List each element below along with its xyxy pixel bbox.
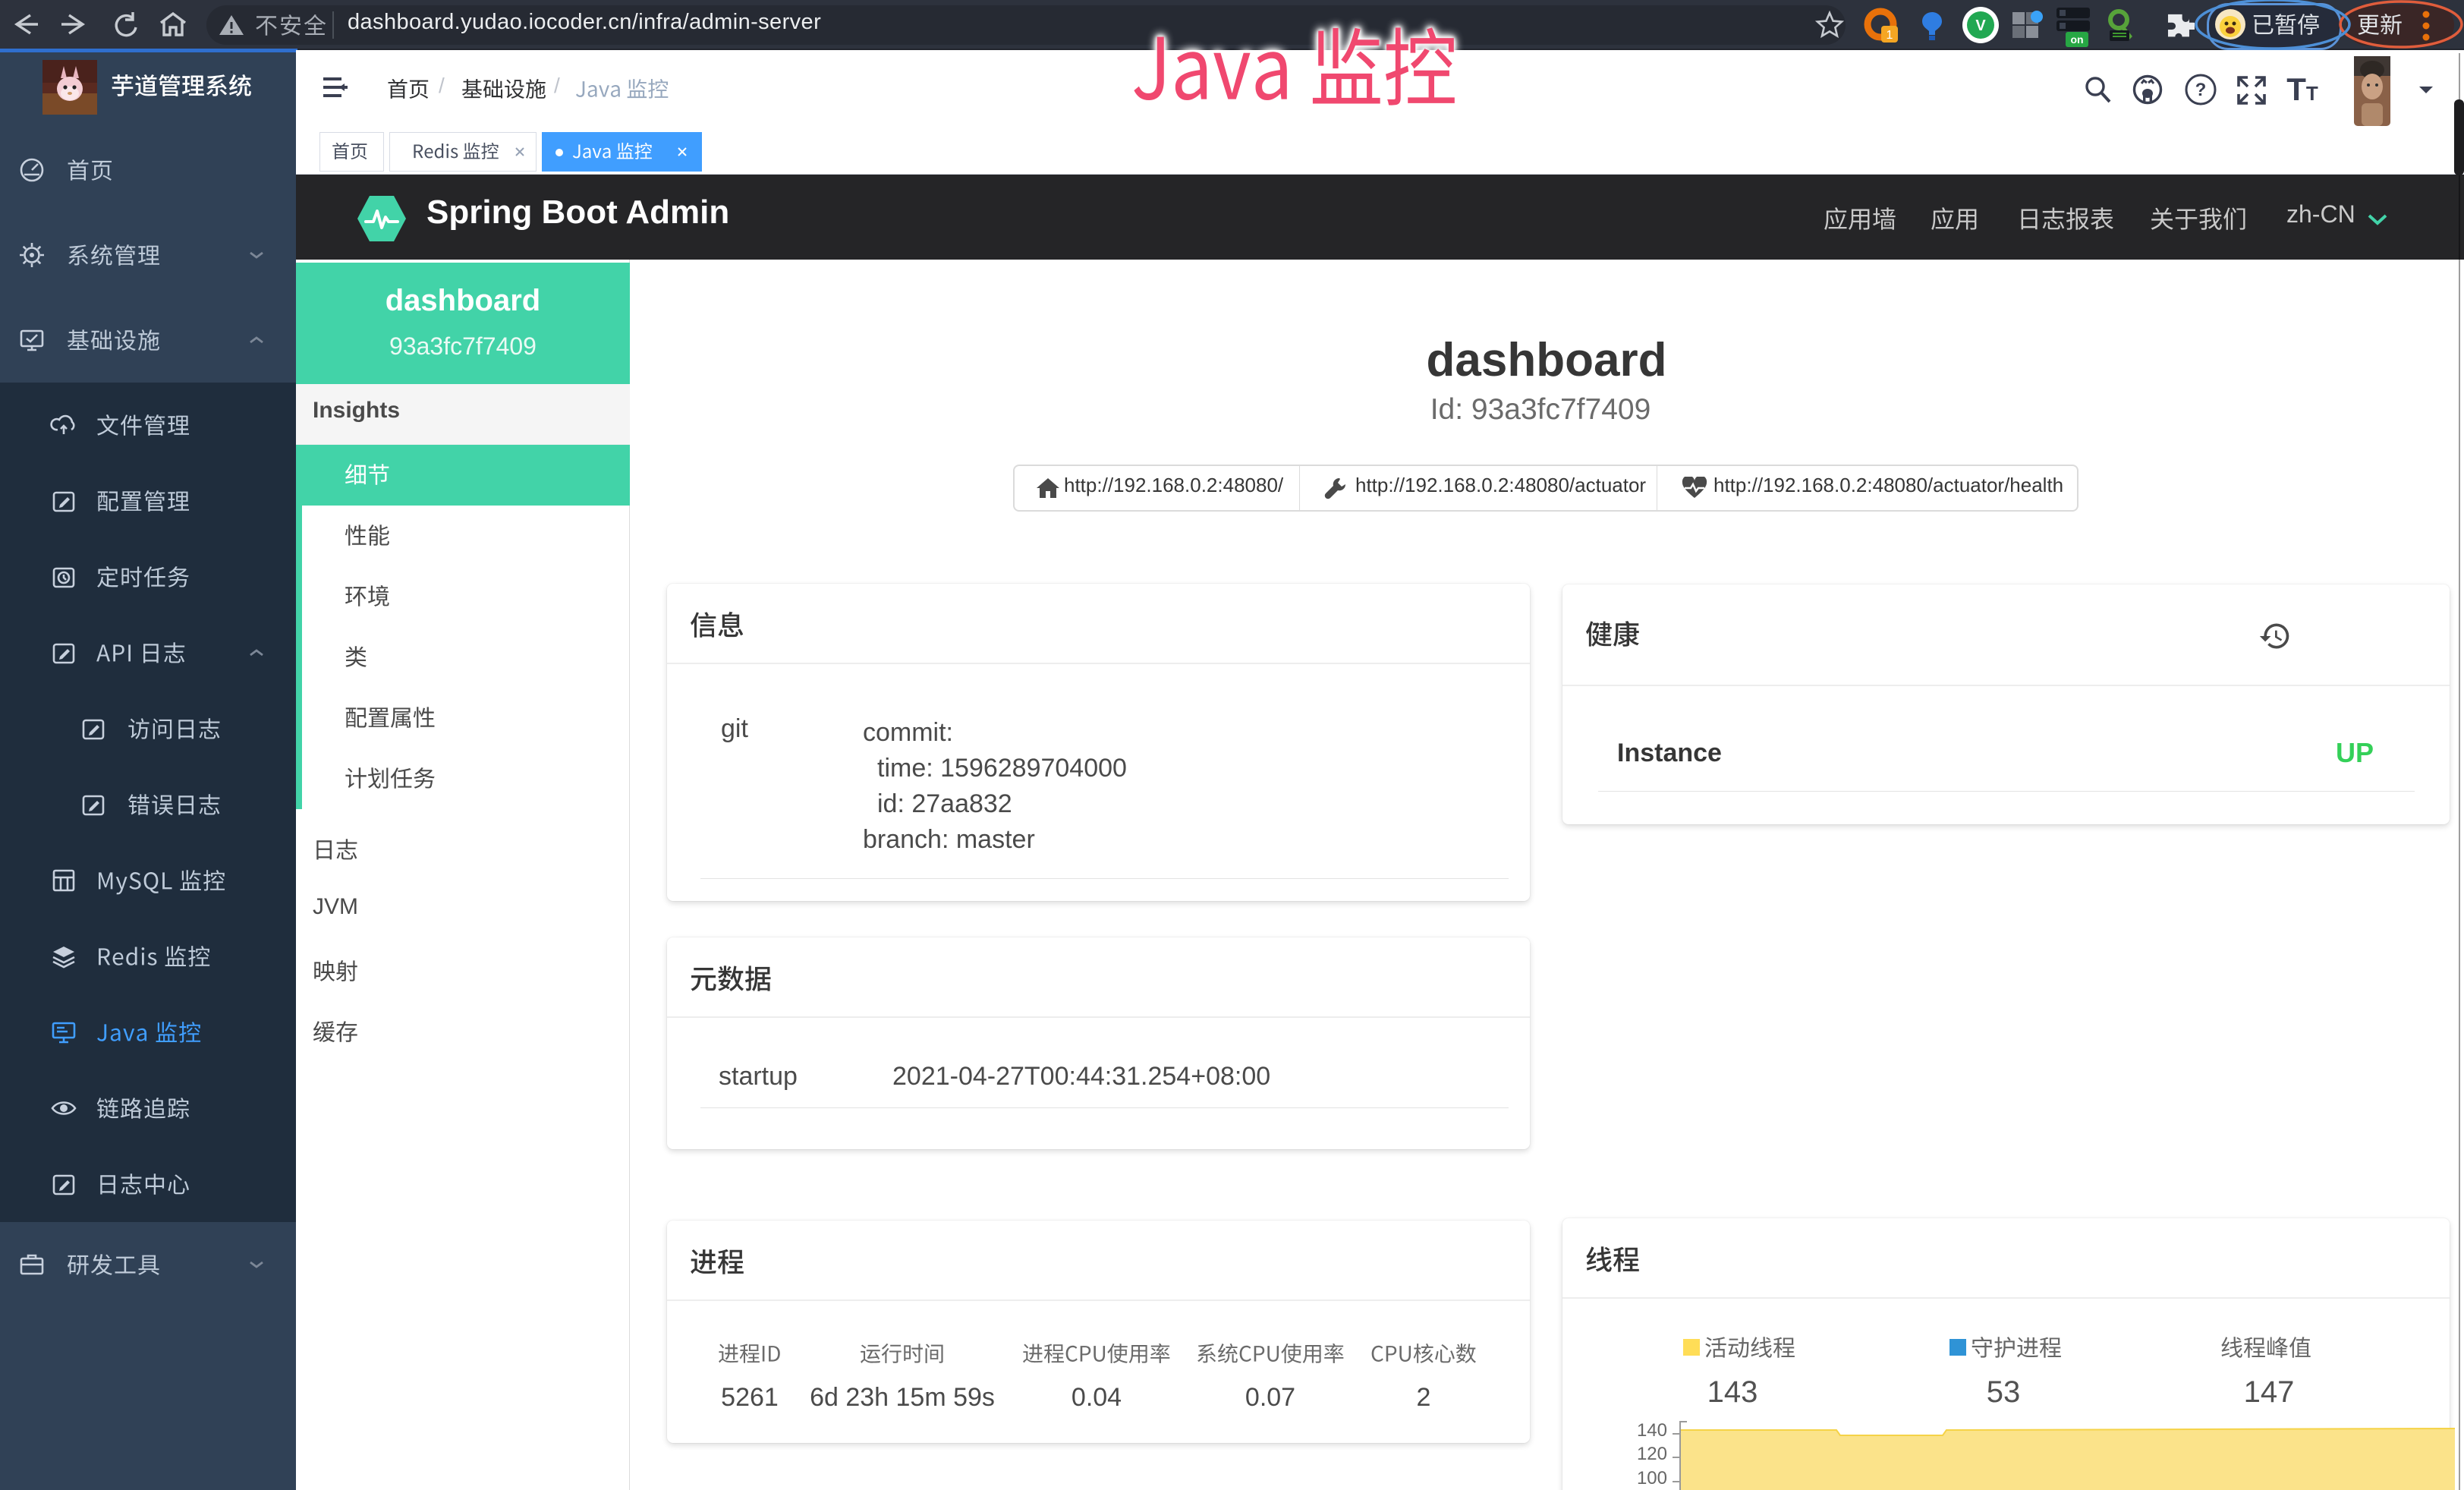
svg-text:?: ? (2195, 80, 2207, 100)
svg-text:V: V (1975, 17, 1986, 34)
svg-text:1: 1 (1887, 29, 1893, 42)
svg-text:on: on (2070, 33, 2083, 46)
